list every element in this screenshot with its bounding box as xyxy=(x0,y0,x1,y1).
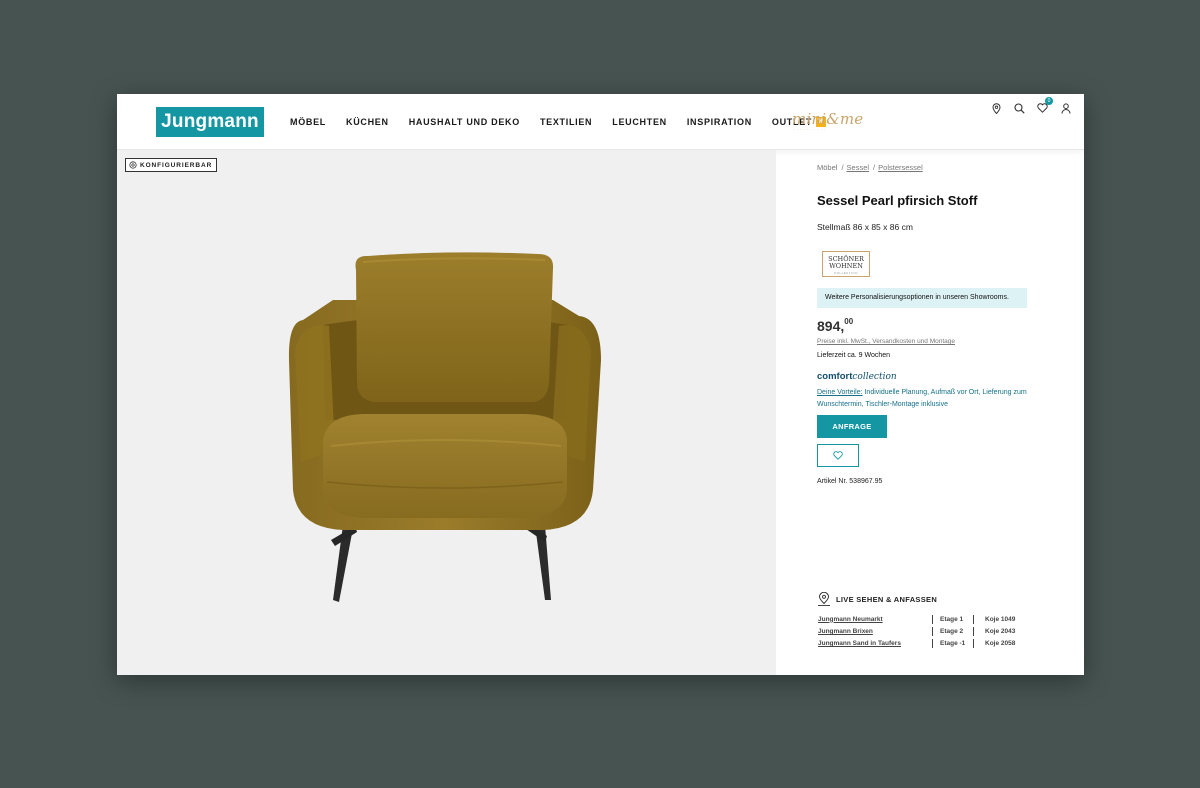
brand-logo-line3: KOLLEKTION xyxy=(834,271,858,275)
store-row: Jungmann Brixen Etage 2 Koje 2043 xyxy=(818,625,1015,637)
jungmann-logo[interactable]: Jungmann xyxy=(156,107,264,137)
breadcrumb: Möbel / Sessel / Polstersessel xyxy=(817,163,923,172)
cc-logo-bold: comfort xyxy=(817,371,853,382)
price-note-link[interactable]: Preise inkl. MwSt., Versandkosten und Mo… xyxy=(817,338,955,345)
nav-item-textilien[interactable]: TEXTILIEN xyxy=(540,117,592,127)
article-number: Artikel Nr. 538967.95 xyxy=(817,478,883,485)
breadcrumb-item-moebel[interactable]: Möbel xyxy=(817,163,837,172)
store-booth: Koje 2058 xyxy=(985,640,1016,648)
product-title: Sessel Pearl pfirsich Stoff xyxy=(817,193,978,208)
configurable-label: KONFIGURIERBAR xyxy=(140,161,213,169)
breadcrumb-item-polstersessel[interactable]: Polstersessel xyxy=(878,163,923,172)
comfort-collection-logo: comfortcollection xyxy=(817,371,897,382)
wishlist-heart-icon[interactable]: 0 xyxy=(1031,97,1054,115)
location-pin-icon[interactable] xyxy=(985,101,1008,115)
store-booth: Koje 2043 xyxy=(985,627,1016,635)
advantages-text: Deine Vorteile: Individuelle Planung, Au… xyxy=(817,387,1049,410)
mini-and-me-logo[interactable]: mini&me xyxy=(792,110,863,128)
store-list: Jungmann Neumarkt Etage 1 Koje 1049 Jung… xyxy=(818,613,1015,650)
store-floor: Etage -1 xyxy=(940,640,966,648)
breadcrumb-item-sessel[interactable]: Sessel xyxy=(847,163,870,172)
user-icon[interactable] xyxy=(1054,101,1077,115)
price-main: 894, xyxy=(817,318,845,334)
personalization-info-box: Weitere Personalisierungsoptionen in uns… xyxy=(817,288,1027,308)
product-dimensions: Stellmaß 86 x 85 x 86 cm xyxy=(817,222,913,232)
configure-icon xyxy=(129,161,137,169)
store-name-link[interactable]: Jungmann Neumarkt xyxy=(818,616,932,623)
store-name-link[interactable]: Jungmann Sand in Taufers xyxy=(818,640,932,647)
store-booth: Koje 1049 xyxy=(985,615,1016,623)
nav-item-inspiration[interactable]: INSPIRATION xyxy=(687,117,752,127)
nav-item-haushalt[interactable]: HAUSHALT UND DEKO xyxy=(409,117,520,127)
delivery-time: Lieferzeit ca. 9 Wochen xyxy=(817,352,891,359)
store-row: Jungmann Neumarkt Etage 1 Koje 1049 xyxy=(818,613,1015,625)
live-section-heading: LIVE SEHEN & ANFASSEN xyxy=(817,592,937,607)
store-row: Jungmann Sand in Taufers Etage -1 Koje 2… xyxy=(818,638,1015,650)
live-heading-label: LIVE SEHEN & ANFASSEN xyxy=(836,595,938,604)
cc-logo-italic: collection xyxy=(852,372,897,382)
search-icon[interactable] xyxy=(1008,101,1031,115)
price-cents: 00 xyxy=(844,317,854,327)
armchair-product-image xyxy=(288,252,601,602)
product-price: 894,00 xyxy=(817,317,854,334)
store-name-link[interactable]: Jungmann Brixen xyxy=(818,628,932,635)
wishlist-count-badge: 0 xyxy=(1045,97,1053,105)
schoener-wohnen-logo: SCHÖNER WOHNEN KOLLEKTION xyxy=(822,251,870,277)
site-header: Jungmann MÖBEL KÜCHEN HAUSHALT UND DEKO … xyxy=(117,94,1084,150)
store-floor: Etage 2 xyxy=(940,627,964,635)
browser-window: Jungmann MÖBEL KÜCHEN HAUSHALT UND DEKO … xyxy=(117,94,1084,675)
location-pin-icon xyxy=(818,592,830,606)
nav-item-leuchten[interactable]: LEUCHTEN xyxy=(612,117,667,127)
heart-icon xyxy=(833,451,843,460)
anfrage-button[interactable]: ANFRAGE xyxy=(817,415,887,438)
advantages-link[interactable]: Deine Vorteile: xyxy=(817,389,863,396)
product-image-area[interactable]: KONFIGURIERBAR xyxy=(117,150,776,675)
add-to-wishlist-button[interactable] xyxy=(817,444,859,467)
mini-and-me-tagline-decoration: · · · · · · · · · · xyxy=(793,127,826,132)
configurable-badge: KONFIGURIERBAR xyxy=(125,158,218,172)
nav-item-kuechen[interactable]: KÜCHEN xyxy=(346,117,389,127)
main-nav: MÖBEL KÜCHEN HAUSHALT UND DEKO TEXTILIEN… xyxy=(290,94,846,150)
brand-logo-line2: WOHNEN xyxy=(829,262,863,270)
nav-item-moebel[interactable]: MÖBEL xyxy=(290,117,326,127)
header-icons: 0 xyxy=(985,97,1077,115)
store-floor: Etage 1 xyxy=(940,615,964,623)
